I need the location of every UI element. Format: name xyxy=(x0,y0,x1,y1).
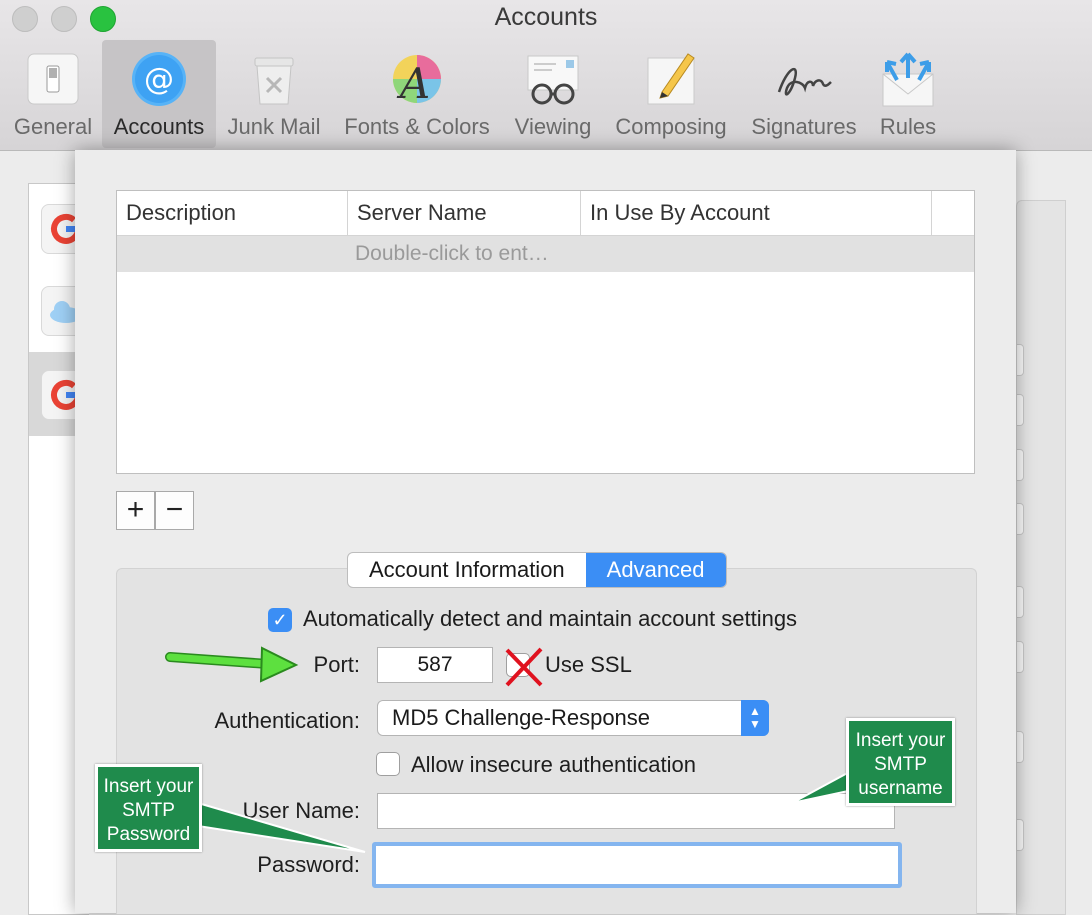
password-callout-tail xyxy=(197,801,366,853)
red-cross-icon xyxy=(505,647,543,687)
callout-line: Insert your xyxy=(103,776,194,797)
callout-line: Password xyxy=(106,824,191,845)
password-callout: Insert your SMTP Password xyxy=(95,764,202,852)
callout-line: SMTP xyxy=(874,754,927,775)
callout-line: SMTP xyxy=(122,800,175,821)
callout-line: username xyxy=(858,778,943,799)
username-callout-tail xyxy=(791,768,854,804)
username-callout: Insert your SMTP username xyxy=(846,718,955,806)
green-arrow-icon xyxy=(165,646,299,683)
callout-line: Insert your xyxy=(855,730,946,751)
